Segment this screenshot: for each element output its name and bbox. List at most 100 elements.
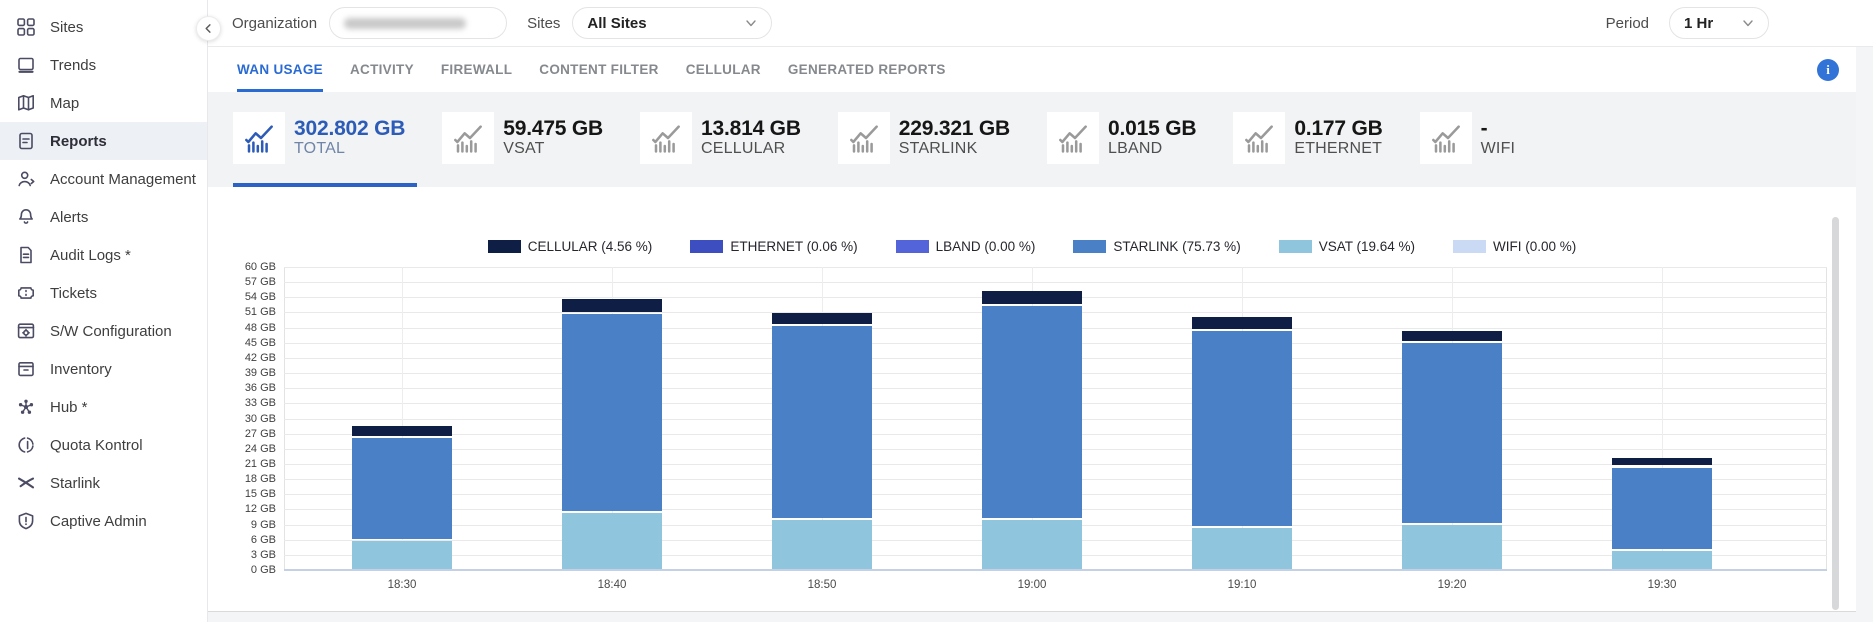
chevron-down-icon [745,17,757,29]
stat-label: CELLULAR [701,140,801,158]
y-axis-tick: 6 GB [236,534,276,546]
sidebar-item-label: Map [50,95,79,112]
sidebar-item-label: Quota Kontrol [50,437,143,454]
x-axis-tick: 18:50 [808,579,837,591]
sidebar-collapse-button[interactable] [196,16,221,41]
sw-configuration-icon [15,321,36,342]
legend-item-starlink[interactable]: STARLINK (75.73 %) [1073,239,1240,254]
starlink-icon [15,473,36,494]
y-axis-tick: 36 GB [236,382,276,394]
bar-segment-vsat-19:30 [1612,551,1712,570]
tab-activity[interactable]: ACTIVITY [350,47,414,92]
content-area: WAN USAGE ACTIVITY FIREWALL CONTENT FILTER C… [208,47,1873,622]
sidebar-item-reports[interactable]: Reports [0,122,207,160]
stat-value: 13.814 GB [701,117,801,141]
tab-wan-usage[interactable]: WAN USAGE [237,47,323,92]
stat-value: 0.177 GB [1294,117,1382,141]
legend-item-wifi[interactable]: WIFI (0.00 %) [1453,239,1576,254]
bar-segment-starlink-18:50 [772,326,872,518]
legend-item-lband[interactable]: LBAND (0.00 %) [896,239,1036,254]
sidebar-item-label: Tickets [50,285,97,302]
stat-card-wifi[interactable]: -WIFI [1420,92,1528,187]
sidebar-item-alerts[interactable]: Alerts [0,198,207,236]
inventory-icon [15,359,36,380]
legend-item-ethernet[interactable]: ETHERNET (0.06 %) [690,239,857,254]
chevron-left-icon [203,23,214,34]
sidebar-item-starlink[interactable]: Starlink [0,464,207,502]
organization-select[interactable] [329,7,507,39]
sites-select[interactable]: All Sites [572,7,772,39]
trends-icon [15,55,36,76]
stat-card-cellular[interactable]: 13.814 GBCELLULAR [640,92,813,187]
stat-cards-row: 302.802 GBTOTAL 59.475 GBVSAT 13.814 GBCEL… [208,92,1856,187]
tab-firewall[interactable]: FIREWALL [441,47,512,92]
app-root: Sites Trends Map Reports Account Management A… [0,0,1873,622]
tab-content-filter[interactable]: CONTENT FILTER [539,47,658,92]
map-icon [15,93,36,114]
y-axis-tick: 51 GB [236,306,276,318]
y-axis-tick: 33 GB [236,397,276,409]
sidebar-item-audit-logs[interactable]: Audit Logs * [0,236,207,274]
legend-item-vsat[interactable]: VSAT (19.64 %) [1279,239,1415,254]
sidebar-item-label: Alerts [50,209,88,226]
info-button[interactable]: i [1817,59,1839,81]
y-axis-tick: 54 GB [236,291,276,303]
stat-label: ETHERNET [1294,140,1382,158]
stat-value: 59.475 GB [503,117,603,141]
header-bar: Organization Sites All Sites Period 1 Hr [208,0,1873,47]
chart-icon [1047,112,1099,164]
bar-segment-starlink-19:30 [1612,468,1712,549]
legend-item-cellular[interactable]: CELLULAR (4.56 %) [488,239,653,254]
vertical-scrollbar[interactable] [1832,217,1839,610]
bar-segment-starlink-19:00 [982,306,1082,518]
sidebar-item-sites[interactable]: Sites [0,8,207,46]
bar-segment-starlink-19:10 [1192,331,1292,526]
stat-value: 0.015 GB [1108,117,1196,141]
stat-card-ethernet[interactable]: 0.177 GBETHERNET [1233,92,1394,187]
stat-card-starlink[interactable]: 229.321 GBSTARLINK [838,92,1022,187]
stat-card-total[interactable]: 302.802 GBTOTAL [233,92,417,187]
sidebar-item-inventory[interactable]: Inventory [0,350,207,388]
sites-selected-value: All Sites [587,15,646,32]
sidebar-item-label: Reports [50,133,107,150]
y-axis-tick: 39 GB [236,367,276,379]
sidebar-item-quota-kontrol[interactable]: Quota Kontrol [0,426,207,464]
y-axis-tick: 0 GB [236,564,276,576]
tab-cellular[interactable]: CELLULAR [686,47,761,92]
captive-admin-icon [15,511,36,532]
legend-swatch [896,240,929,253]
y-axis-tick: 9 GB [236,519,276,531]
sidebar-item-map[interactable]: Map [0,84,207,122]
stat-text: 59.475 GBVSAT [503,117,603,158]
bar-segment-vsat-18:30 [352,541,452,570]
sidebar-item-trends[interactable]: Trends [0,46,207,84]
legend-label: CELLULAR (4.56 %) [528,239,653,254]
period-select[interactable]: 1 Hr [1669,7,1769,39]
y-axis-tick: 30 GB [236,413,276,425]
gridline [284,267,1827,268]
sidebar-item-label: Sites [50,19,83,36]
chart-icon [838,112,890,164]
sidebar-item-account-management[interactable]: Account Management [0,160,207,198]
bar-segment-vsat-19:00 [982,520,1082,570]
sidebar-item-captive-admin[interactable]: Captive Admin [0,502,207,540]
sidebar-item-hub[interactable]: Hub * [0,388,207,426]
sidebar-item-label: Trends [50,57,96,74]
legend-swatch [1279,240,1312,253]
legend-label: VSAT (19.64 %) [1319,239,1415,254]
sidebar-item-tickets[interactable]: Tickets [0,274,207,312]
tab-generated-reports[interactable]: GENERATED REPORTS [788,47,946,92]
bar-segment-vsat-18:40 [562,513,662,570]
legend-swatch [488,240,521,253]
stat-text: 0.177 GBETHERNET [1294,117,1382,158]
stat-text: -WIFI [1481,117,1516,158]
bar-segment-cellular-19:10 [1192,317,1292,329]
chart-icon [442,112,494,164]
stat-label: TOTAL [294,140,405,158]
bar-segment-starlink-18:30 [352,438,452,539]
bar-segment-cellular-19:00 [982,291,1082,304]
stat-card-lband[interactable]: 0.015 GBLBAND [1047,92,1208,187]
stat-card-vsat[interactable]: 59.475 GBVSAT [442,92,615,187]
sidebar-item-s-w-configuration[interactable]: S/W Configuration [0,312,207,350]
x-axis-tick: 19:00 [1018,579,1047,591]
